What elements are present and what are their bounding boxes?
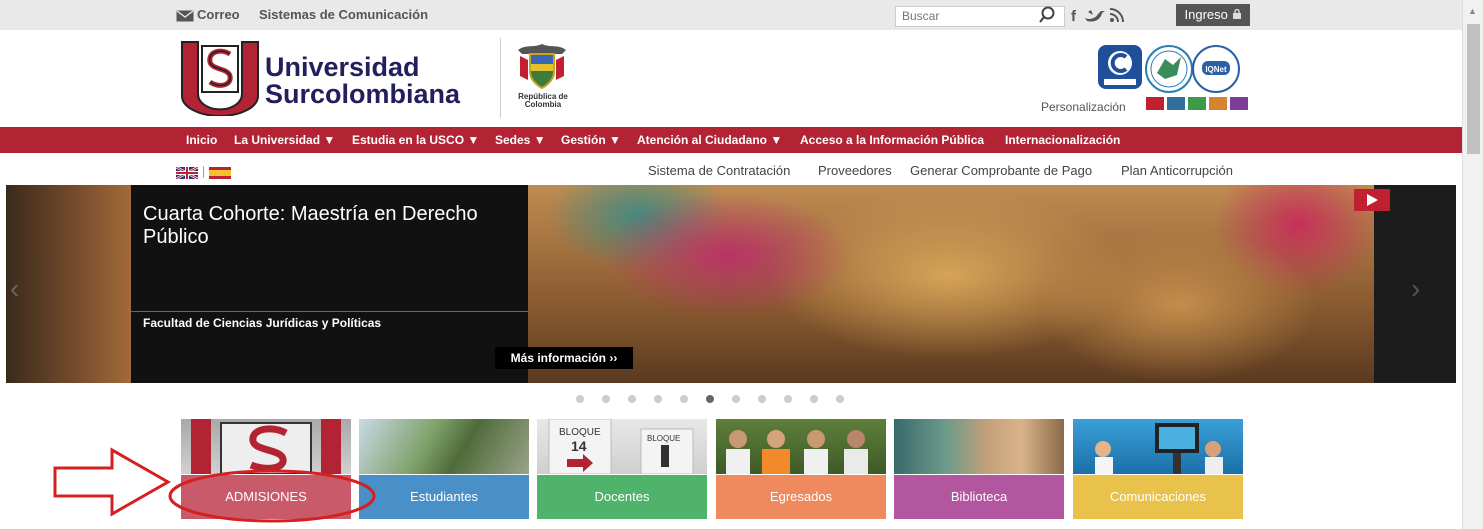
page-scrollbar[interactable]: ▲ xyxy=(1462,0,1483,529)
scrollbar-thumb[interactable] xyxy=(1467,24,1480,154)
admissions-annotation xyxy=(53,447,376,523)
annotation-arrow-icon xyxy=(53,447,172,517)
annotation-circle xyxy=(168,469,376,523)
scroll-up-arrow-icon[interactable]: ▲ xyxy=(1468,6,1477,16)
